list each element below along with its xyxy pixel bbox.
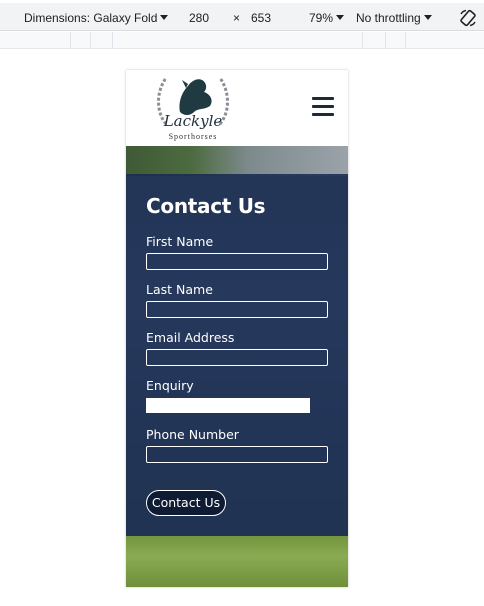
chevron-down-icon (160, 15, 169, 21)
last-name-field[interactable] (146, 301, 328, 318)
hero-image-top (126, 146, 348, 176)
logo-subtext: Sporthorses (168, 132, 218, 141)
form-title: Contact Us (146, 194, 266, 218)
contact-us-button[interactable]: Contact Us (146, 490, 226, 516)
first-name-field[interactable] (146, 253, 328, 270)
ruler-tick (405, 32, 406, 49)
ruler-tick (385, 32, 386, 49)
hero-image-grass (126, 536, 348, 587)
times-sign: × (233, 11, 241, 25)
devtools-device-toolbar: Dimensions: Galaxy Fold 280 × 653 79% No… (0, 3, 484, 31)
first-name-label: First Name (146, 234, 214, 249)
email-label: Email Address (146, 330, 235, 345)
email-field[interactable] (146, 349, 328, 366)
enquiry-label: Enquiry (146, 378, 194, 393)
last-name-label: Last Name (146, 282, 213, 297)
phone-label: Phone Number (146, 427, 239, 442)
height-input[interactable]: 653 (251, 11, 271, 25)
dimensions-select[interactable]: Dimensions: Galaxy Fold (24, 11, 169, 25)
ruler-tick (362, 32, 363, 49)
device-viewport: Lackyle Sporthorses Contact Us First Nam… (126, 70, 348, 587)
contact-form-panel: Contact Us First Name Last Name Email Ad… (126, 174, 348, 536)
zoom-value: 79% (309, 11, 334, 25)
logo-text: Lackyle (163, 112, 223, 130)
zoom-select[interactable]: 79% (309, 11, 345, 25)
throttling-value: No throttling (356, 11, 421, 25)
rotate-icon[interactable] (459, 9, 477, 27)
chevron-down-icon (336, 15, 345, 21)
enquiry-textarea[interactable] (146, 398, 310, 413)
hamburger-menu-icon[interactable] (312, 97, 334, 117)
throttling-select[interactable]: No throttling (356, 11, 432, 25)
site-header: Lackyle Sporthorses (126, 70, 348, 146)
width-input[interactable]: 280 (189, 11, 209, 25)
dimensions-label: Dimensions: Galaxy Fold (24, 11, 158, 25)
hero-background: Contact Us First Name Last Name Email Ad… (126, 146, 348, 587)
ruler-tick (90, 32, 91, 49)
media-query-ruler[interactable] (0, 32, 484, 49)
site-logo[interactable]: Lackyle Sporthorses (152, 72, 234, 144)
ruler-tick (112, 32, 113, 49)
phone-field[interactable] (146, 446, 328, 463)
chevron-down-icon (423, 15, 432, 21)
ruler-tick (70, 32, 71, 49)
